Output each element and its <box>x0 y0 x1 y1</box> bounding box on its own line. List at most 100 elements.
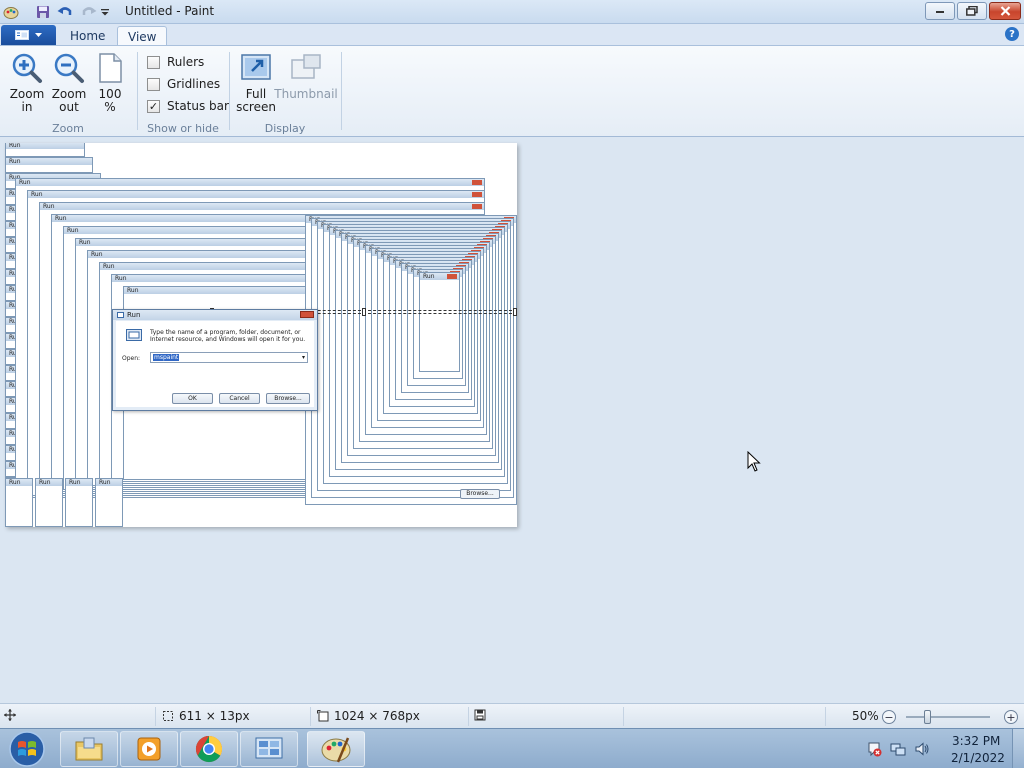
run-window-echo-title: Run <box>79 239 91 246</box>
zoom-group: Zoom in Zoom out 100% Zoom <box>0 50 136 136</box>
selection-handle[interactable] <box>513 308 517 316</box>
restore-button[interactable] <box>957 2 987 20</box>
chevron-down-icon <box>35 32 42 37</box>
minimize-button[interactable] <box>925 2 955 20</box>
rulers-label: Rulers <box>167 55 205 69</box>
taskbar: 3:32 PM 2/1/2022 <box>0 728 1024 768</box>
run-window-echo-title: Run <box>31 191 43 198</box>
run-dialog-ok-image: OK <box>172 393 213 404</box>
rulers-check-box[interactable] <box>147 55 160 69</box>
selection-handle[interactable] <box>362 308 366 316</box>
run-dialog-image: Run Type the name of a program, folder, … <box>112 309 318 411</box>
ribbon-panel: Zoom in Zoom out 100% Zoom Rulers Gridline… <box>0 45 1024 137</box>
taskbar-control-panel-button[interactable] <box>240 731 298 767</box>
taskbar-chrome-button[interactable] <box>180 731 238 767</box>
run-dialog-cancel-image: Cancel <box>219 393 260 404</box>
run-window-echo: Run <box>419 272 460 372</box>
run-program-icon <box>126 329 142 341</box>
undo-icon[interactable] <box>56 3 74 21</box>
image-size-icon <box>317 710 329 722</box>
restore-icon <box>966 6 978 16</box>
browse-button-echo: Browse... <box>460 489 500 499</box>
full-screen-button[interactable]: Full screen <box>236 52 276 114</box>
zoom-out-button[interactable]: Zoom out <box>51 52 87 114</box>
show-or-hide-group: Rulers Gridlines ✓ Status bar Show or hi… <box>137 50 229 136</box>
network-icon[interactable] <box>890 741 906 757</box>
save-icon[interactable] <box>34 3 52 21</box>
status-bar-check-box[interactable]: ✓ <box>147 99 160 113</box>
zoom-out-status-button[interactable]: − <box>882 710 896 724</box>
run-window-echo-close-icon <box>472 180 482 185</box>
tab-view[interactable]: View <box>117 26 168 46</box>
zoom-out-icon <box>54 53 84 83</box>
canvas-workspace[interactable]: Run Run Run Run Run Run Run Run Run Run Run Run Run R… <box>0 138 1024 703</box>
clock-date[interactable]: 2/1/2022 <box>951 751 1005 765</box>
close-button[interactable] <box>989 2 1021 20</box>
run-window-echo: Run <box>65 478 93 527</box>
folder-icon <box>75 737 103 761</box>
window-title: Untitled - Paint <box>125 4 215 18</box>
close-icon <box>1000 6 1010 16</box>
customize-qat-icon[interactable] <box>96 3 114 21</box>
image-canvas[interactable]: Run Run Run Run Run Run Run Run Run Run Run Run Run R… <box>5 143 517 527</box>
rulers-checkbox[interactable]: Rulers <box>147 55 204 69</box>
help-icon[interactable]: ? <box>1005 27 1019 41</box>
minus-icon: − <box>884 710 894 724</box>
clock-time[interactable]: 3:32 PM <box>952 734 1000 748</box>
run-window-echo-title: Run <box>99 479 111 486</box>
zoom-100-button[interactable]: 100% <box>94 52 126 114</box>
run-dialog-open-label: Open: <box>122 355 141 362</box>
tab-home[interactable]: Home <box>60 26 115 46</box>
taskbar-explorer-button[interactable] <box>60 731 118 767</box>
run-window-echo-title: Run <box>67 227 79 234</box>
file-size-indicator <box>474 709 486 721</box>
full-screen-icon <box>241 54 271 80</box>
display-group-label: Display <box>264 122 306 135</box>
run-dialog-close-icon <box>300 311 314 318</box>
zoom-in-button[interactable]: Zoom in <box>9 52 45 114</box>
paint-menu-button[interactable] <box>1 25 56 45</box>
zoom-out-label: Zoom out <box>51 87 87 114</box>
run-window-echo-title: Run <box>39 479 51 486</box>
zoom-slider-thumb[interactable] <box>924 710 931 724</box>
title-bar: Untitled - Paint <box>0 0 1024 24</box>
run-window-echo-title: Run <box>69 479 81 486</box>
paint-palette-icon <box>321 737 351 763</box>
display-group: Full screen Thumbnail Display <box>230 50 340 136</box>
move-cursor-icon <box>4 709 16 721</box>
image-size-indicator: 1024 × 768px <box>317 709 420 723</box>
zoom-slider-track[interactable] <box>906 716 990 718</box>
thumbnail-label: Thumbnail <box>274 87 338 101</box>
run-window-echo-title: Run <box>55 215 67 222</box>
zoom-in-icon <box>12 53 42 83</box>
media-player-icon <box>137 737 161 761</box>
taskbar-media-player-button[interactable] <box>120 731 178 767</box>
taskbar-paint-button[interactable] <box>307 731 365 767</box>
menu-icon <box>15 30 29 40</box>
paint-app-icon[interactable] <box>2 3 20 21</box>
run-dialog-open-value: mspaint <box>153 354 180 361</box>
run-window-echo-title: Run <box>9 479 21 486</box>
run-window-echo: Run <box>5 478 33 527</box>
selection-size-indicator: 611 × 13px <box>162 709 250 723</box>
status-bar-label: Status bar <box>167 99 229 113</box>
plus-icon: + <box>1006 710 1016 724</box>
volume-icon[interactable] <box>914 741 930 757</box>
gridlines-check-box[interactable] <box>147 77 160 91</box>
gridlines-label: Gridlines <box>167 77 221 91</box>
selection-size: 611 × 13px <box>179 709 250 723</box>
status-bar-checkbox[interactable]: ✓ Status bar <box>147 99 229 113</box>
zoom-in-status-button[interactable]: + <box>1004 710 1018 724</box>
run-window-echo-close-icon <box>472 192 482 197</box>
thumbnail-button[interactable]: Thumbnail <box>274 52 338 101</box>
gridlines-checkbox[interactable]: Gridlines <box>147 77 220 91</box>
action-center-icon[interactable] <box>866 741 882 757</box>
status-separator <box>825 707 826 726</box>
run-dialog-titlebar: Run <box>113 310 317 320</box>
run-window-echo-titlebar <box>16 179 484 186</box>
control-panel-icon <box>255 737 283 759</box>
run-window-echo: Run <box>5 157 93 173</box>
start-button[interactable] <box>2 730 52 768</box>
run-window-echo-title: Run <box>103 263 115 270</box>
show-desktop-button[interactable] <box>1012 729 1024 768</box>
